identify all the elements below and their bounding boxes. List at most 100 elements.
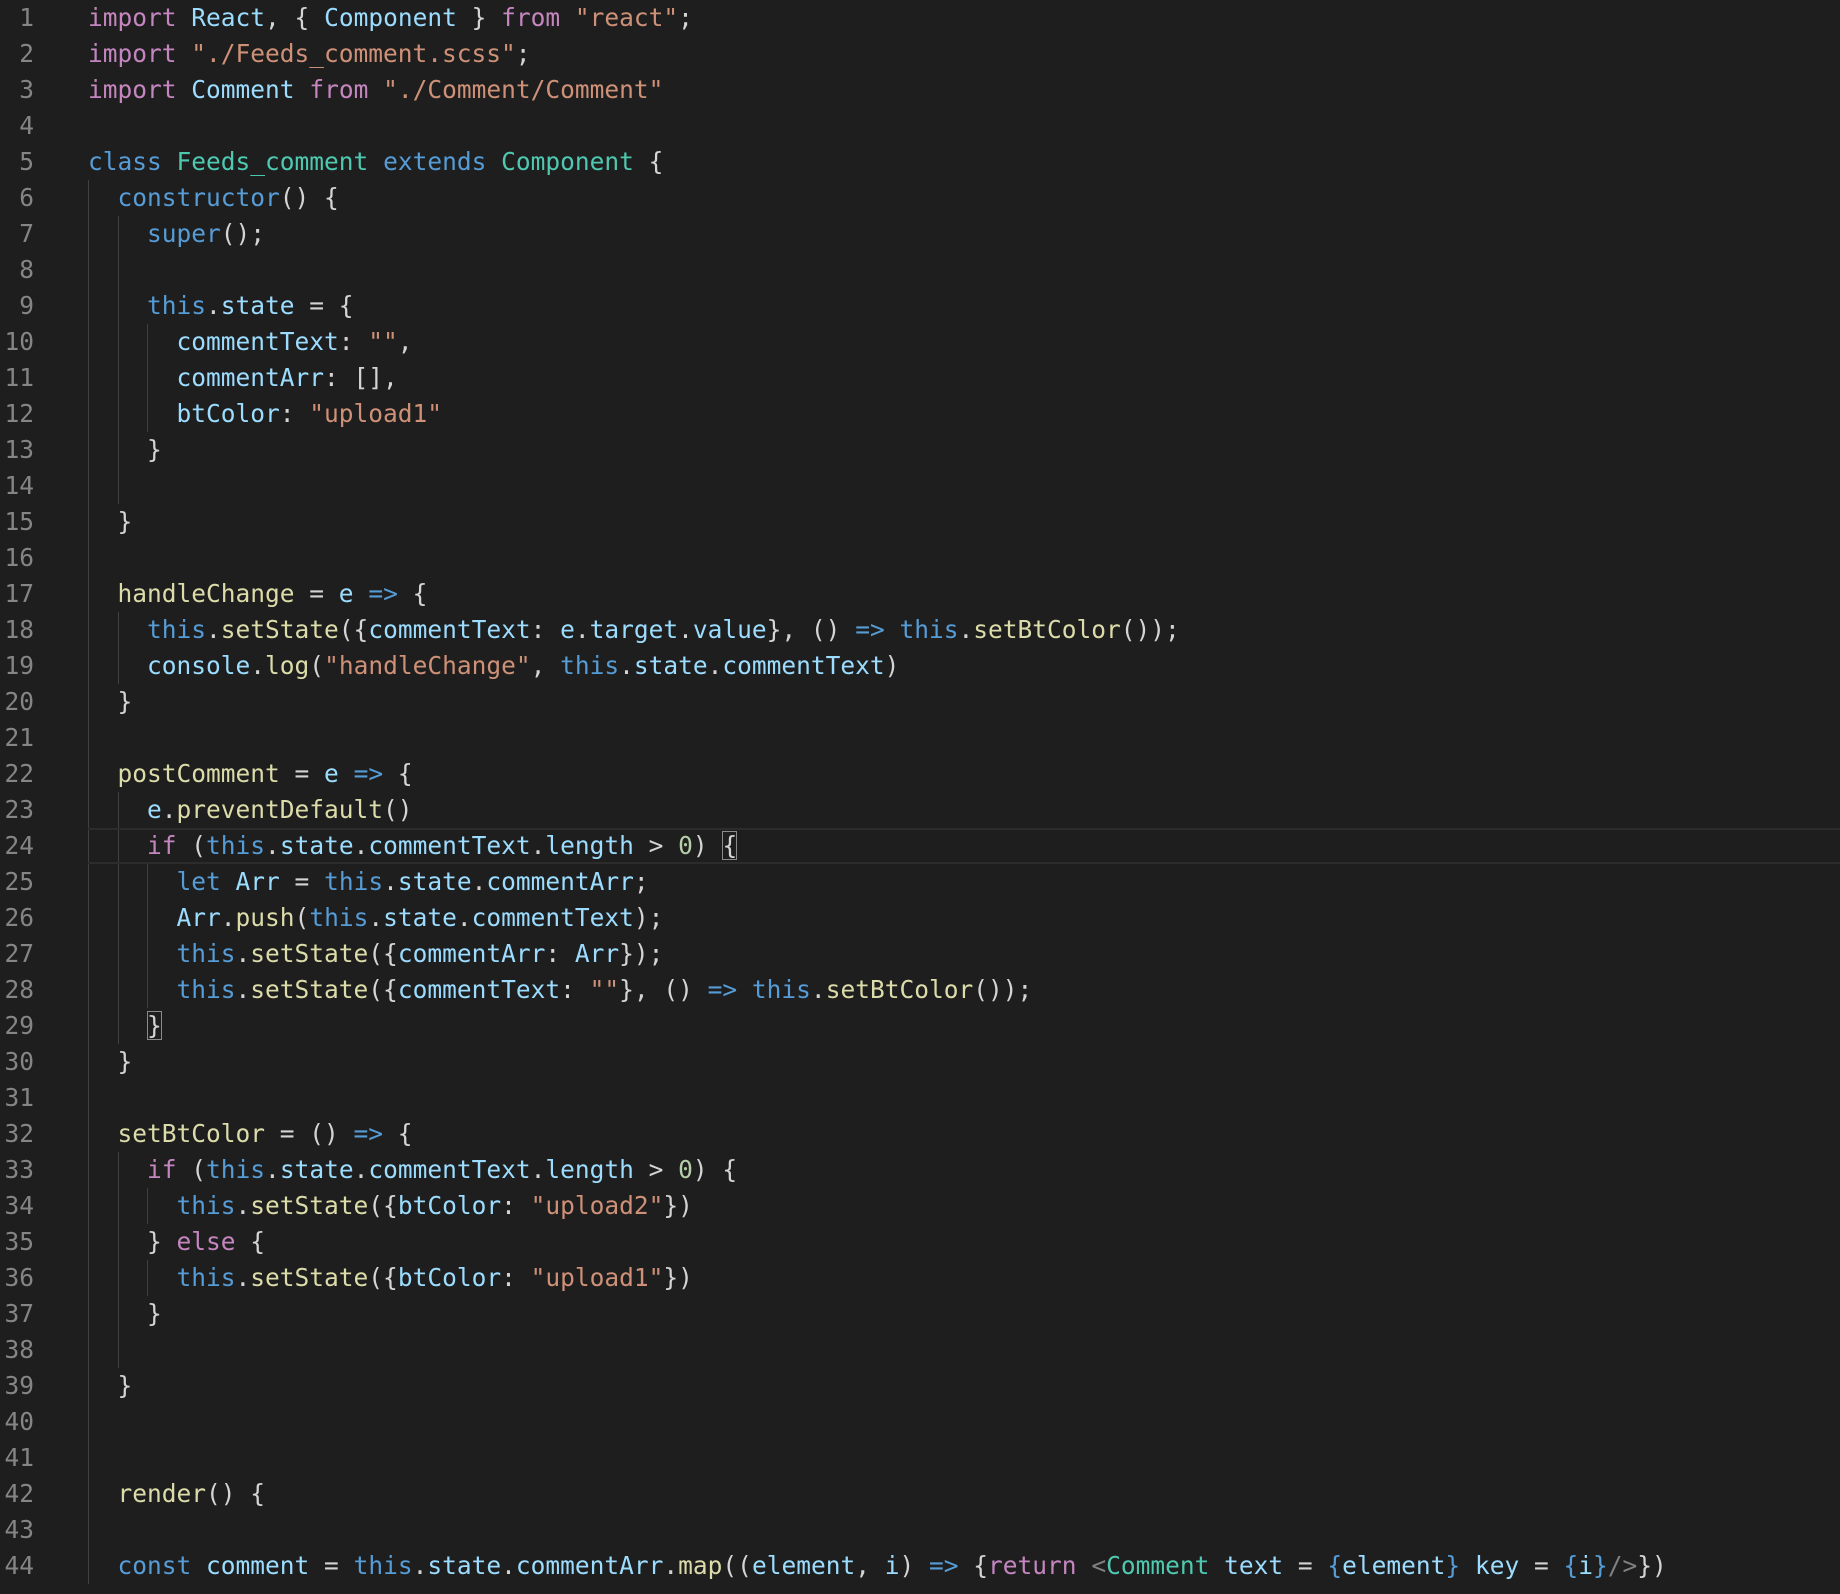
- line-number: 24: [4, 831, 34, 860]
- code-line[interactable]: 35} else {: [0, 1224, 1840, 1260]
- code-line[interactable]: 31: [0, 1080, 1840, 1116]
- code-token: e: [560, 615, 575, 644]
- code-line[interactable]: 22 postComment = e => {: [0, 756, 1840, 792]
- code-token: setBtColor: [117, 1119, 266, 1148]
- code-token: this: [206, 1155, 266, 1184]
- code-line[interactable]: 7 super();: [0, 216, 1840, 252]
- code-line[interactable]: 1 import React, { Component } from "react…: [0, 0, 1840, 36]
- code-token: : [],: [324, 363, 398, 392]
- code-text: super();: [147, 216, 265, 252]
- code-line[interactable]: 16: [0, 540, 1840, 576]
- code-token: () {: [206, 1479, 266, 1508]
- code-token: .: [456, 903, 472, 932]
- indent-guide: [88, 828, 89, 864]
- code-line[interactable]: 30}: [0, 1044, 1840, 1080]
- code-line[interactable]: 14: [0, 468, 1840, 504]
- code-line[interactable]: 10 commentText: "",: [0, 324, 1840, 360]
- line-number: 1: [19, 3, 34, 32]
- line-number: 10: [4, 327, 34, 356]
- code-line[interactable]: 23 e.preventDefault(): [0, 792, 1840, 828]
- code-line[interactable]: 32 setBtColor = () => {: [0, 1116, 1840, 1152]
- code-token: let: [176, 867, 221, 896]
- code-line[interactable]: 29}: [0, 1008, 1840, 1044]
- code-line[interactable]: 39}: [0, 1368, 1840, 1404]
- code-line[interactable]: 20}: [0, 684, 1840, 720]
- code-line[interactable]: 27 this.setState({commentArr: Arr});: [0, 936, 1840, 972]
- code-text: btColor: "upload1": [177, 396, 443, 432]
- code-line[interactable]: 26 Arr.push(this.state.commentText);: [0, 900, 1840, 936]
- code-line[interactable]: 24 if (this.state.commentText.length > 0)…: [0, 828, 1840, 864]
- code-line[interactable]: 33 if (this.state.commentText.length > 0)…: [0, 1152, 1840, 1188]
- code-line[interactable]: 5 class Feeds_comment extends Component {: [0, 144, 1840, 180]
- code-line[interactable]: 15}: [0, 504, 1840, 540]
- line-number: 30: [4, 1047, 34, 1076]
- code-line[interactable]: 12 btColor: "upload1": [0, 396, 1840, 432]
- indent-guide: [88, 180, 89, 216]
- code-token: .: [206, 615, 221, 644]
- code-text: class Feeds_comment extends Component {: [88, 144, 663, 180]
- code-line[interactable]: 36 this.setState({btColor: "upload1"}): [0, 1260, 1840, 1296]
- code-token: (: [176, 1155, 207, 1184]
- code-token: key: [1474, 1551, 1520, 1580]
- indent-guide: [147, 1188, 148, 1224]
- code-token: );: [633, 903, 664, 932]
- code-token: <: [1091, 1551, 1107, 1580]
- line-number: 2: [19, 39, 34, 68]
- code-line[interactable]: 8: [0, 252, 1840, 288]
- code-token: commentArr: [397, 939, 546, 968]
- code-line[interactable]: 38: [0, 1332, 1840, 1368]
- code-line[interactable]: 44 const comment = this.state.commentArr.…: [0, 1548, 1840, 1584]
- code-token: commentText: [397, 975, 561, 1004]
- line-number: 41: [4, 1443, 34, 1472]
- code-token: = {: [294, 291, 354, 320]
- code-token: Comment: [191, 75, 295, 104]
- indent-guide: [117, 324, 119, 360]
- code-line[interactable]: 19 console.log("handleChange", this.state…: [0, 648, 1840, 684]
- code-line[interactable]: 37}: [0, 1296, 1840, 1332]
- code-line[interactable]: 21: [0, 720, 1840, 756]
- code-line[interactable]: 13}: [0, 432, 1840, 468]
- code-token: {: [1563, 1551, 1579, 1580]
- code-token: .: [265, 831, 280, 860]
- indent-guide: [88, 468, 89, 504]
- code-token: ({: [338, 615, 369, 644]
- line-number: 17: [4, 579, 34, 608]
- code-line[interactable]: 41: [0, 1440, 1840, 1476]
- code-line[interactable]: 6 constructor() {: [0, 180, 1840, 216]
- code-line[interactable]: 25 let Arr = this.state.commentArr;: [0, 864, 1840, 900]
- code-token: }: [456, 3, 502, 32]
- code-token: .: [235, 1191, 251, 1220]
- code-line[interactable]: 28 this.setState({commentText: ""}, () =>…: [0, 972, 1840, 1008]
- code-token: }: [117, 1047, 133, 1076]
- code-line[interactable]: 40: [0, 1404, 1840, 1440]
- code-token: "handleChange": [324, 651, 531, 680]
- code-line[interactable]: 9 this.state = {: [0, 288, 1840, 324]
- code-token: {: [633, 147, 664, 176]
- code-line[interactable]: 34 this.setState({btColor: "upload2"}): [0, 1188, 1840, 1224]
- line-number: 32: [4, 1119, 34, 1148]
- code-token: });: [619, 939, 664, 968]
- code-token: {: [383, 1119, 413, 1148]
- code-token: ,: [530, 651, 561, 680]
- code-token: .: [471, 867, 487, 896]
- code-line[interactable]: 3 import Comment from "./Comment/Comment": [0, 72, 1840, 108]
- code-line[interactable]: 18 this.setState({commentText: e.target.v…: [0, 612, 1840, 648]
- indent-guide: [117, 468, 119, 504]
- code-line[interactable]: 11 commentArr: [],: [0, 360, 1840, 396]
- code-line[interactable]: 2 import "./Feeds_comment.scss";: [0, 36, 1840, 72]
- code-line[interactable]: 4: [0, 108, 1840, 144]
- indent-guide: [88, 1512, 89, 1548]
- code-line[interactable]: 17 handleChange = e => {: [0, 576, 1840, 612]
- code-token: {: [235, 1227, 266, 1256]
- code-editor[interactable]: 1 import React, { Component } from "react…: [0, 0, 1840, 1594]
- code-text: this.setState({btColor: "upload1"}): [177, 1260, 693, 1296]
- indent-guide: [88, 288, 89, 324]
- indent-guide: [147, 972, 148, 1008]
- code-line[interactable]: 43: [0, 1512, 1840, 1548]
- code-token: />: [1607, 1551, 1638, 1580]
- code-line[interactable]: 42 render() {: [0, 1476, 1840, 1512]
- code-token: import: [88, 3, 177, 32]
